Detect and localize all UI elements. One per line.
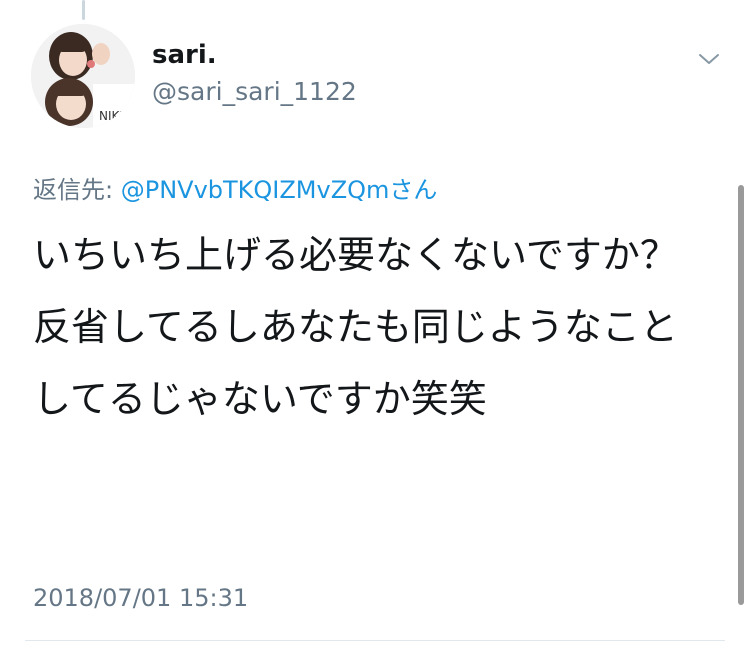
chevron-down-icon (699, 54, 719, 64)
more-options-button[interactable] (694, 46, 724, 72)
display-name[interactable]: sari. (152, 38, 217, 72)
svg-text:NIKE: NIKE (99, 109, 127, 123)
thread-connector-line (82, 0, 85, 20)
scrollbar[interactable] (738, 185, 744, 605)
user-handle[interactable]: @sari_sari_1122 (152, 76, 357, 108)
divider (25, 640, 725, 641)
tweet-timestamp[interactable]: 2018/07/01 15:31 (33, 582, 248, 614)
tweet-paragraph-1: いちいち上げる必要なくないですか？ (33, 233, 678, 277)
avatar[interactable]: NIKE (31, 24, 135, 128)
tweet-paragraph-3: してるじゃないですか笑笑 (33, 377, 487, 421)
tweet-body: いちいち上げる必要なくないですか？ 反省してるしあなたも同じようなこと してるじ… (33, 226, 713, 442)
reply-to-line: 返信先: @PNVvbTKQIZMvZQmさん (33, 174, 437, 206)
tweet-paragraph-2: 反省してるしあなたも同じようなこと (33, 305, 678, 349)
avatar-photo-icon: NIKE (31, 24, 135, 128)
reply-prefix: 返信先: (33, 176, 121, 204)
reply-mention-link[interactable]: @PNVvbTKQIZMvZQmさん (121, 176, 438, 204)
